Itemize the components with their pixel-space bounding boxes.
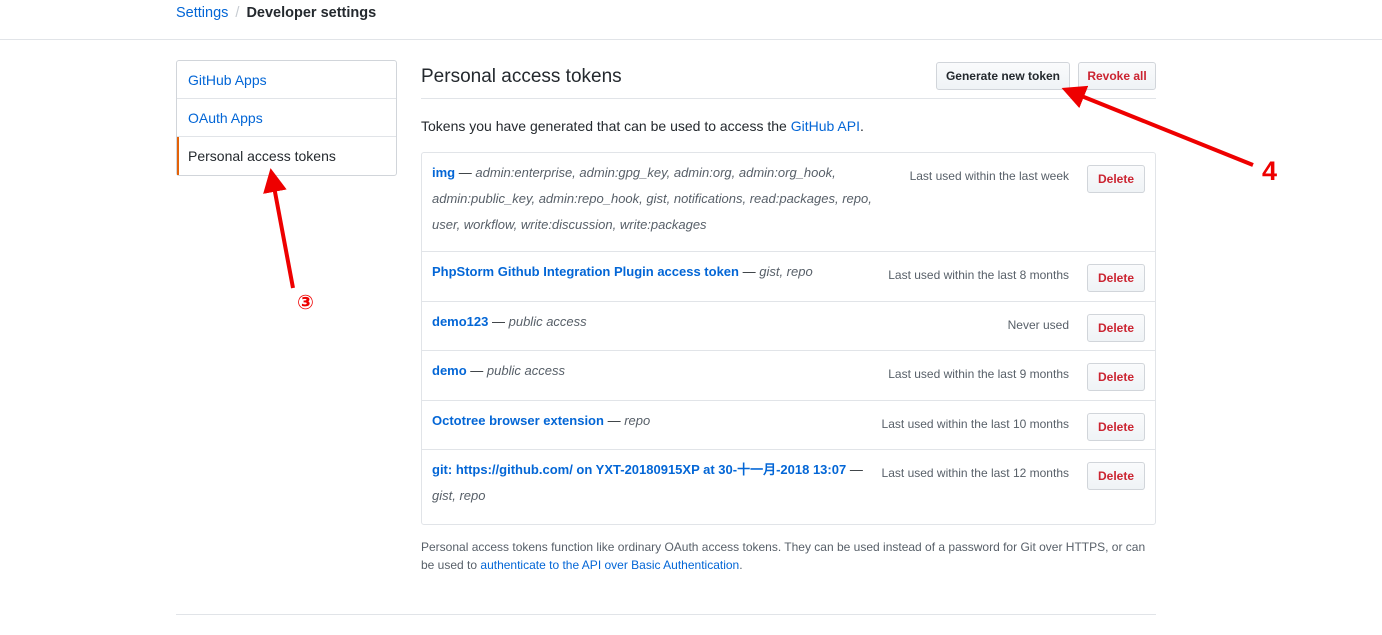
breadcrumb: Settings / Developer settings (176, 5, 376, 21)
token-description: img — admin:enterprise, admin:gpg_key, a… (432, 165, 872, 232)
token-row: git: https://github.com/ on YXT-20180915… (422, 450, 1155, 524)
token-row: demo123 — public access Never used Delet… (422, 302, 1155, 351)
sidebar-item-github-apps[interactable]: GitHub Apps (177, 61, 396, 99)
token-scopes: public access (508, 314, 587, 329)
generate-new-token-button[interactable]: Generate new token (936, 62, 1070, 90)
annotation-marker-4: 4 (1262, 156, 1278, 186)
token-name-link[interactable]: Octotree browser extension (432, 413, 604, 428)
token-name-link[interactable]: demo (432, 363, 467, 378)
delete-token-button[interactable]: Delete (1087, 165, 1145, 193)
breadcrumb-separator: / (235, 5, 240, 21)
token-row: demo — public access Last used within th… (422, 351, 1155, 401)
token-description: PhpStorm Github Integration Plugin acces… (432, 264, 813, 279)
intro-text: Tokens you have generated that can be us… (421, 118, 791, 134)
token-last-used: Never used (1007, 318, 1069, 332)
token-name-link[interactable]: demo123 (432, 314, 488, 329)
annotation-marker-3: ③ (297, 292, 314, 314)
sidebar-item-oauth-apps[interactable]: OAuth Apps (177, 99, 396, 137)
token-row: img — admin:enterprise, admin:gpg_key, a… (422, 153, 1155, 252)
footer-divider (176, 614, 1156, 615)
developer-settings-sidebar: GitHub Apps OAuth Apps Personal access t… (176, 60, 397, 176)
token-description: demo — public access (432, 363, 565, 378)
token-description: demo123 — public access (432, 314, 587, 329)
token-scopes: gist, repo (432, 488, 486, 503)
breadcrumb-current: Developer settings (246, 5, 377, 21)
token-scopes: admin:enterprise, admin:gpg_key, admin:o… (432, 165, 872, 232)
footnote-suffix: . (739, 558, 743, 572)
token-last-used: Last used within the last 12 months (881, 466, 1069, 480)
delete-token-button[interactable]: Delete (1087, 462, 1145, 490)
intro-suffix: . (859, 118, 864, 134)
token-scopes: gist, repo (759, 264, 813, 279)
token-description: Octotree browser extension — repo (432, 413, 651, 428)
token-last-used: Last used within the last 10 months (881, 417, 1069, 431)
annotation-arrow-3 (263, 168, 295, 289)
token-row: Octotree browser extension — repo Last u… (422, 401, 1155, 450)
github-api-link[interactable]: GitHub API (791, 118, 860, 134)
delete-token-button[interactable]: Delete (1087, 264, 1145, 292)
delete-token-button[interactable]: Delete (1087, 413, 1145, 441)
token-name-link[interactable]: git: https://github.com/ on YXT-20180915… (432, 462, 846, 477)
page-title: Personal access tokens (421, 66, 622, 87)
sidebar-item-personal-access-tokens[interactable]: Personal access tokens (177, 137, 396, 175)
token-list: img — admin:enterprise, admin:gpg_key, a… (421, 152, 1156, 525)
token-last-used: Last used within the last 8 months (888, 268, 1069, 282)
token-scopes: public access (486, 363, 565, 378)
token-row: PhpStorm Github Integration Plugin acces… (422, 252, 1155, 302)
tokens-intro: Tokens you have generated that can be us… (421, 118, 864, 134)
tokens-footnote: Personal access tokens function like ord… (421, 538, 1156, 574)
basic-auth-link[interactable]: authenticate to the API over Basic Authe… (480, 558, 739, 572)
breadcrumb-settings-link[interactable]: Settings (176, 5, 228, 21)
token-scopes: repo (624, 413, 651, 428)
delete-token-button[interactable]: Delete (1087, 314, 1145, 342)
revoke-all-button[interactable]: Revoke all (1078, 62, 1156, 90)
tokens-header: Personal access tokens Generate new toke… (421, 60, 1156, 99)
top-bar: Settings / Developer settings (0, 0, 1382, 40)
token-last-used: Last used within the last week (909, 169, 1069, 183)
token-last-used: Last used within the last 9 months (888, 367, 1069, 381)
token-description: git: https://github.com/ on YXT-20180915… (432, 462, 863, 503)
delete-token-button[interactable]: Delete (1087, 363, 1145, 391)
token-name-link[interactable]: img (432, 165, 455, 180)
token-name-link[interactable]: PhpStorm Github Integration Plugin acces… (432, 264, 739, 279)
